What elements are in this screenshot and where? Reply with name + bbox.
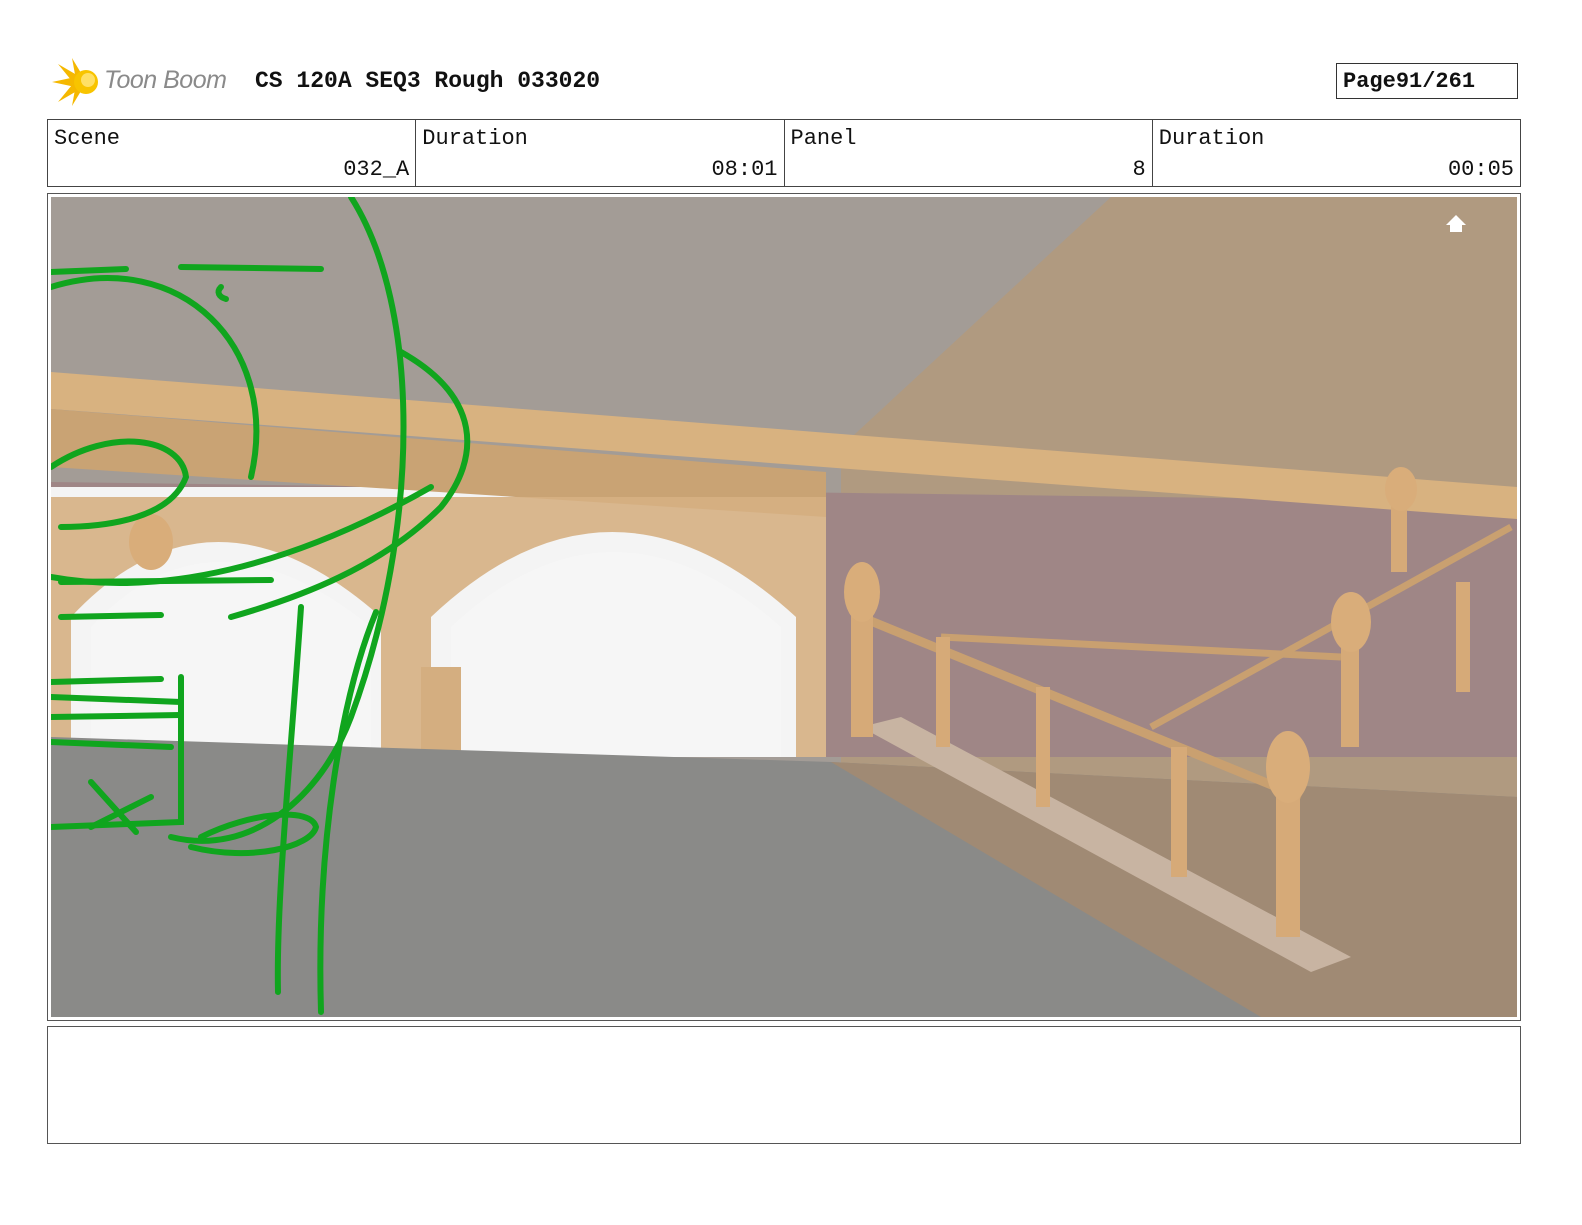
- column: [421, 667, 461, 757]
- page-label: Page: [1343, 68, 1396, 94]
- baluster: [1456, 582, 1470, 692]
- scene-label: Scene: [54, 126, 121, 151]
- panel-duration-cell: Duration 00:05: [1151, 120, 1520, 186]
- finial: [1331, 592, 1371, 652]
- page-number: 91/261: [1395, 68, 1476, 94]
- baluster: [1276, 787, 1300, 937]
- scene-info-table: Scene 032_A Duration 08:01 Panel 8 Durat…: [47, 119, 1521, 187]
- baluster: [936, 637, 950, 747]
- storyboard-header: Toon Boom CS 120A SEQ3 Rough 033020 Page…: [50, 56, 1540, 108]
- toon-boom-logo: Toon Boom: [50, 56, 240, 108]
- baluster: [1171, 747, 1187, 877]
- panel-duration-label: Duration: [1158, 126, 1265, 151]
- finial: [129, 514, 173, 570]
- panel-duration-value: 00:05: [1447, 157, 1514, 182]
- finial: [1266, 731, 1310, 803]
- sketch-brow: [51, 266, 129, 275]
- sketch-brow: [178, 264, 324, 272]
- panel-label: Panel: [790, 126, 857, 151]
- storyboard-panel: [47, 193, 1521, 1021]
- baluster: [851, 607, 873, 737]
- scene-value: 032_A: [343, 157, 410, 182]
- finial: [1385, 467, 1417, 511]
- scene-duration-label: Duration: [422, 126, 528, 151]
- sketch-line: [58, 612, 164, 620]
- sketch-line: [58, 577, 274, 585]
- scene-cell: Scene 032_A: [48, 120, 415, 186]
- panel-artwork: [51, 197, 1517, 1017]
- logo-text: Toon Boom: [104, 66, 227, 94]
- page-indicator: Page 91/261: [1336, 63, 1518, 99]
- document-title: CS 120A SEQ3 Rough 033020: [255, 68, 601, 94]
- panel-value: 8: [1132, 157, 1146, 182]
- panel-cell: Panel 8: [783, 120, 1152, 186]
- scene-duration-value: 08:01: [711, 157, 778, 182]
- starburst-icon: [52, 58, 98, 106]
- baluster: [1036, 687, 1050, 807]
- scene-duration-cell: Duration 08:01: [415, 120, 783, 186]
- panel-notes: [47, 1026, 1521, 1144]
- finial: [844, 562, 880, 622]
